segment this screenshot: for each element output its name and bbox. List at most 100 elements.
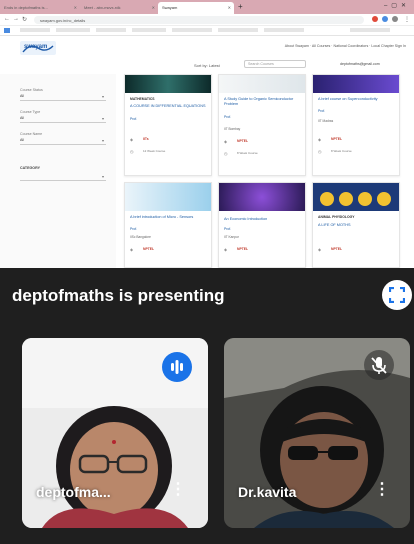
course-title[interactable]: A brief introduction of Micro - Sensors (130, 215, 207, 220)
course-stats-icon: ◈ (130, 137, 134, 142)
course-card[interactable]: ANIMAL PHYSIOLOGY A LIFE OF MOTHS ◈ NPTE… (312, 182, 400, 268)
course-thumbnail (313, 75, 399, 93)
sort-dropdown[interactable]: Sort by: Latest (194, 63, 220, 68)
course-title[interactable]: A Study Guide to Organic Semiconductor P… (224, 97, 301, 107)
more-options-icon[interactable]: ⋮ (374, 482, 390, 498)
course-thumbnail (125, 75, 211, 93)
mic-off-icon (371, 357, 387, 374)
course-instructor: Prof. (224, 115, 232, 119)
meet-window: Ends in deptofmaths is... ✕ Meet - abx-mc… (0, 0, 414, 544)
logo-text: swayam (24, 44, 48, 50)
more-options-icon[interactable]: ⋮ (170, 482, 186, 498)
filter-select[interactable]: All ▾ (20, 138, 106, 145)
top-nav-links[interactable]: About Swayam · All Courses · National Co… (285, 44, 406, 48)
fullscreen-button[interactable] (382, 280, 412, 310)
course-title[interactable]: A brief course on Superconductivity (318, 97, 395, 102)
address-bar-row: ← → ↻ swayam.gov.in/nc_details ⋮ (0, 14, 414, 26)
filter-value: All (20, 138, 24, 142)
bookmark-item[interactable] (96, 28, 126, 32)
reload-icon[interactable]: ↻ (22, 16, 27, 23)
bookmark-item[interactable] (264, 28, 304, 32)
filter-label: Course Status (20, 88, 43, 92)
kebab-menu-icon[interactable]: ⋮ (404, 16, 410, 23)
filter-label: Course Type (20, 110, 41, 114)
extension-icon[interactable] (382, 16, 388, 22)
course-card[interactable]: MATHEMATICS A COURSE IN DIFFERENTIAL EQU… (124, 74, 212, 176)
clock-icon: ◷ (130, 149, 134, 154)
speaking-indicator (162, 352, 192, 382)
browser-tab-active[interactable]: Swayam ✕ (158, 2, 234, 14)
search-input[interactable]: Search Courses (244, 60, 306, 68)
profile-avatar-icon[interactable] (392, 16, 398, 22)
bookmark-item[interactable] (132, 28, 166, 32)
user-email[interactable]: deptofmaths@gmail.com (340, 62, 380, 66)
browser-tab-bar: Ends in deptofmaths is... ✕ Meet - abx-mc… (0, 0, 414, 14)
provider-logo-icon: ◈ (224, 139, 228, 144)
course-instructor: Prof. (224, 227, 232, 231)
course-title[interactable]: A LIFE OF MOTHS (318, 223, 395, 228)
bookmark-item[interactable] (172, 28, 212, 32)
course-category: MATHEMATICS (130, 97, 155, 101)
extension-icon[interactable] (372, 16, 378, 22)
filter-value: All (20, 94, 24, 98)
bookmark-item[interactable] (218, 28, 258, 32)
back-icon[interactable]: ← (4, 16, 10, 22)
course-title[interactable]: An Economic Introduction (224, 217, 301, 222)
bookmark-item[interactable] (350, 28, 390, 32)
bookmark-item[interactable] (56, 28, 90, 32)
moths-illustration (320, 192, 391, 206)
filter-label: Course Name (20, 132, 43, 136)
search-placeholder: Search Courses (248, 62, 274, 66)
course-institute: IIT Kanpur (224, 235, 239, 239)
chevron-down-icon: ▾ (101, 138, 104, 143)
url-input[interactable]: swayam.gov.in/nc_details (34, 16, 364, 24)
filter-select[interactable]: All ▾ (20, 116, 106, 123)
clock-icon: ◷ (224, 151, 228, 156)
clock-icon: ◷ (318, 149, 322, 154)
filter-value: All (20, 116, 24, 120)
fullscreen-icon (389, 287, 405, 303)
category-heading: CATEGORY (20, 166, 40, 170)
presenting-text: deptofmaths is presenting (12, 286, 225, 305)
provider-label: IITs (143, 137, 149, 141)
browser-tab[interactable]: Ends in deptofmaths is... ✕ (0, 2, 80, 14)
course-thumbnail (219, 75, 305, 93)
chevron-down-icon: ▾ (101, 94, 104, 99)
course-card[interactable]: A brief introduction of Micro - Sensors … (124, 182, 212, 268)
new-tab-icon[interactable]: + (238, 2, 243, 12)
audio-wave-icon (171, 360, 183, 374)
course-institute: IIT Bombay (224, 127, 241, 131)
participant-name: deptofma... (36, 484, 111, 500)
provider-label: NPTEL (237, 247, 249, 251)
close-icon[interactable]: ✕ (152, 5, 155, 10)
forward-icon[interactable]: → (13, 16, 19, 22)
category-select[interactable]: ▾ (20, 174, 106, 181)
provider-label: NPTEL (237, 139, 249, 143)
provider-label: NPTEL (143, 247, 155, 251)
bookmark-item[interactable] (20, 28, 50, 32)
course-card[interactable]: A Study Guide to Organic Semiconductor P… (218, 74, 306, 176)
provider-logo-icon: ◈ (318, 247, 322, 252)
course-duration: 12 Week Course (143, 149, 166, 153)
apps-icon[interactable] (4, 28, 10, 33)
course-duration: 8 Week Course (237, 151, 258, 155)
close-icon[interactable]: ✕ (74, 5, 77, 10)
tab-label: Meet - abx-mcvx-rdk (84, 5, 121, 10)
close-icon[interactable]: ✕ (228, 5, 231, 10)
course-thumbnail (219, 183, 305, 211)
course-instructor: Prof. (318, 109, 326, 113)
provider-logo-icon: ◈ (130, 247, 134, 252)
course-card[interactable]: An Economic Introduction Prof. IIT Kanpu… (218, 182, 306, 268)
course-title[interactable]: A COURSE IN DIFFERENTIAL EQUATIONS (130, 104, 207, 109)
shared-screen: Ends in deptofmaths is... ✕ Meet - abx-mc… (0, 0, 414, 268)
course-thumbnail (125, 183, 211, 211)
filter-select[interactable]: All ▾ (20, 94, 106, 101)
filter-sidebar: Course Status All ▾ Course Type All ▾ Cour… (0, 74, 116, 268)
window-controls-icon[interactable]: –▢✕ (384, 2, 410, 9)
browser-tab[interactable]: Meet - abx-mcvx-rdk ✕ (80, 2, 158, 14)
course-institute: IISc Bangalore (130, 235, 151, 239)
muted-indicator (364, 350, 394, 380)
chevron-down-icon: ▾ (101, 174, 104, 179)
course-institute: IIT Madras (318, 119, 334, 123)
course-card[interactable]: A brief course on Superconductivity Prof… (312, 74, 400, 176)
